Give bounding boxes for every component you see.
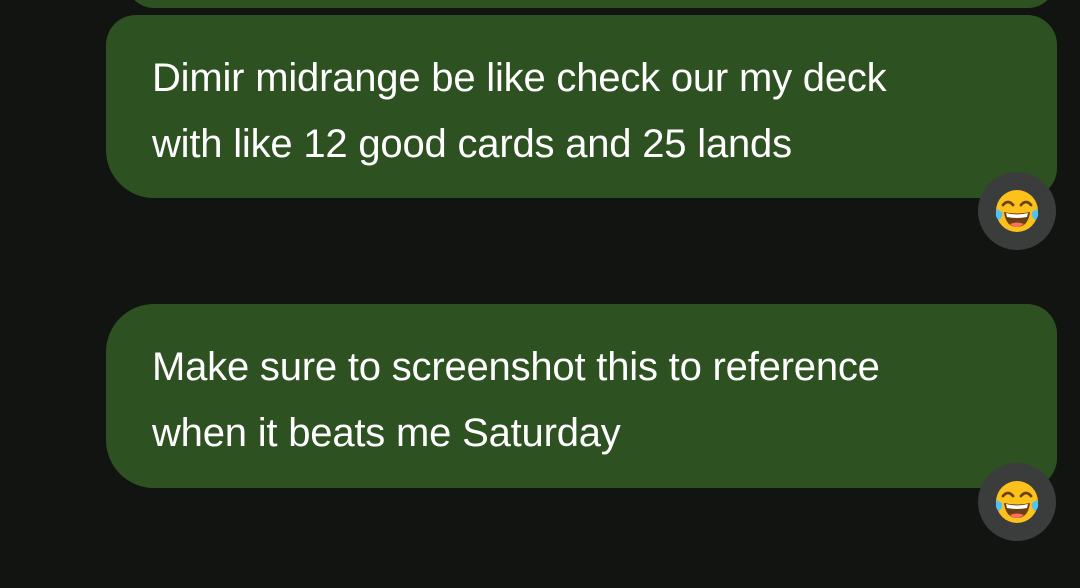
message-text: Make sure to screenshot this to referenc… [152, 345, 880, 455]
message-text: Dimir midrange be like check our my deck… [152, 56, 887, 166]
reaction-chip[interactable] [978, 463, 1056, 541]
message-bubble[interactable]: Make sure to screenshot this to referenc… [106, 304, 1057, 488]
face-with-tears-of-joy-icon [995, 190, 1039, 232]
face-with-tears-of-joy-icon [995, 481, 1039, 523]
conversation-view: Dimir midrange be like check our my deck… [0, 0, 1080, 588]
previous-message-bubble[interactable] [126, 0, 1056, 8]
message-bubble[interactable]: Dimir midrange be like check our my deck… [106, 15, 1057, 198]
reaction-chip[interactable] [978, 172, 1056, 250]
